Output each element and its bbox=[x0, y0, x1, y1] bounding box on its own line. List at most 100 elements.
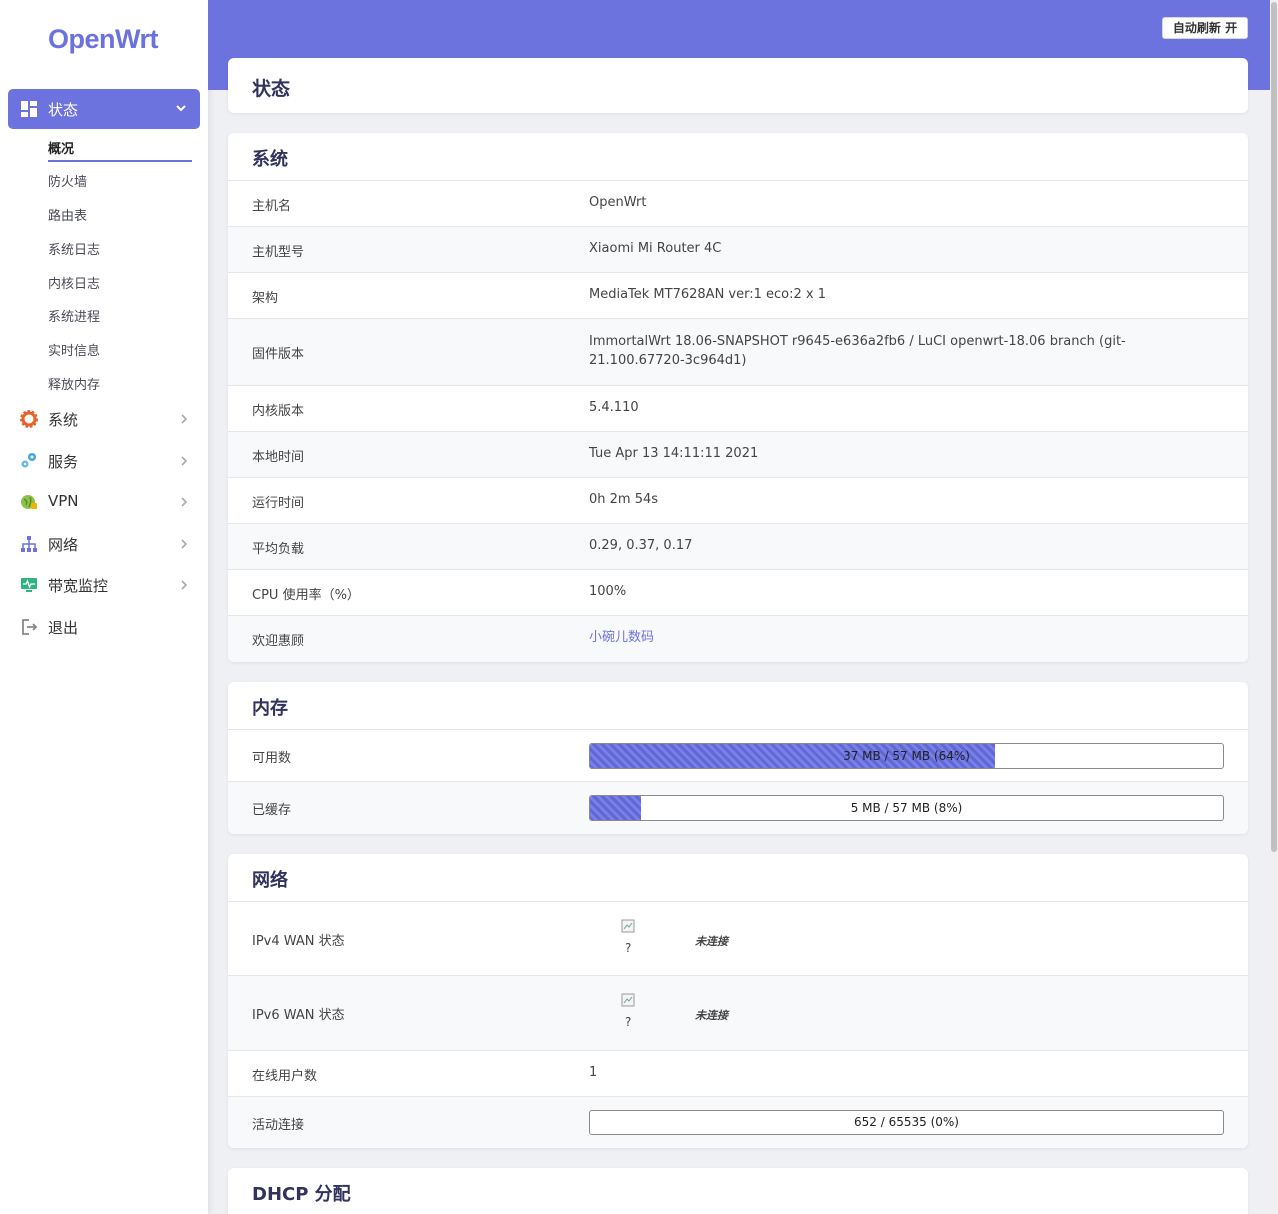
row-value: Tue Apr 13 14:11:11 2021 bbox=[589, 446, 759, 461]
vpn-globe-icon bbox=[21, 495, 37, 509]
row-value: 0h 2m 54s bbox=[589, 492, 659, 507]
table-row: IPv4 WAN 状态 ? 未连接 bbox=[228, 901, 1248, 976]
row-value: 100% bbox=[589, 584, 627, 599]
subnav-overview[interactable]: 概况 bbox=[48, 138, 74, 157]
subnav-routes[interactable]: 路由表 bbox=[48, 205, 87, 224]
row-key: IPv4 WAN 状态 bbox=[252, 934, 345, 949]
system-title: 系统 bbox=[252, 149, 288, 170]
monitor-icon bbox=[21, 578, 37, 592]
progress-text: 37 MB / 57 MB (64%) bbox=[843, 749, 970, 763]
row-value: 0.29, 0.37, 0.17 bbox=[589, 538, 693, 553]
network-card: 网络 IPv4 WAN 状态 ? 未连接 IPv6 WAN 状态 ? 未连接 在… bbox=[228, 854, 1248, 1148]
row-key: 内核版本 bbox=[252, 404, 305, 419]
table-row: 主机名 OpenWrt bbox=[228, 180, 1248, 227]
row-key: 可用数 bbox=[252, 751, 292, 766]
row-key: 主机型号 bbox=[252, 245, 305, 260]
nav-bandwidth-label: 带宽监控 bbox=[48, 577, 109, 595]
row-value: MediaTek MT7628AN ver:1 eco:2 x 1 bbox=[589, 287, 826, 302]
row-value: Xiaomi Mi Router 4C bbox=[589, 241, 722, 256]
scrollbar[interactable] bbox=[1270, 0, 1278, 1214]
row-value: 1 bbox=[589, 1065, 598, 1080]
welcome-link[interactable]: 小碗儿数码 bbox=[589, 628, 654, 647]
connections-bar: 652 / 65535 (0%) bbox=[589, 1110, 1224, 1135]
broken-image-icon bbox=[621, 993, 635, 1007]
row-value: OpenWrt bbox=[589, 195, 647, 210]
nav-status[interactable]: 状态 bbox=[8, 89, 200, 129]
memory-title: 内存 bbox=[252, 698, 288, 719]
nav-network[interactable]: 网络 bbox=[0, 526, 208, 562]
nav-vpn[interactable]: VPN bbox=[0, 484, 208, 520]
nav-system-label: 系统 bbox=[48, 411, 79, 429]
page-title: 状态 bbox=[252, 78, 291, 100]
table-row: 本地时间 Tue Apr 13 14:11:11 2021 bbox=[228, 431, 1248, 478]
memory-card: 内存 可用数 37 MB / 57 MB (64%) 已缓存 5 MB / 57… bbox=[228, 682, 1248, 834]
subnav-kernel-log[interactable]: 内核日志 bbox=[48, 273, 100, 292]
table-row: 架构 MediaTek MT7628AN ver:1 eco:2 x 1 bbox=[228, 272, 1248, 319]
scrollbar-thumb[interactable] bbox=[1271, 2, 1277, 852]
ipv4-status: 未连接 bbox=[695, 935, 728, 948]
gear-icon bbox=[20, 410, 38, 428]
row-key: 架构 bbox=[252, 291, 279, 306]
system-card: 系统 主机名 OpenWrt 主机型号 Xiaomi Mi Router 4C … bbox=[228, 133, 1248, 662]
nav-vpn-label: VPN bbox=[48, 492, 79, 510]
broken-image-icon bbox=[621, 919, 635, 933]
chevron-right-icon bbox=[181, 580, 188, 590]
row-value: 5.4.110 bbox=[589, 400, 639, 415]
dashboard-icon bbox=[21, 101, 37, 117]
progress-text: 5 MB / 57 MB (8%) bbox=[850, 801, 963, 815]
subnav-active-underline bbox=[48, 160, 192, 162]
subnav-realtime[interactable]: 实时信息 bbox=[48, 340, 100, 359]
auto-refresh-button[interactable]: 自动刷新 开 bbox=[1162, 17, 1248, 39]
nav-system[interactable]: 系统 bbox=[0, 401, 208, 437]
row-key: 运行时间 bbox=[252, 496, 305, 511]
table-row: 平均负载 0.29, 0.37, 0.17 bbox=[228, 523, 1248, 570]
nav-bandwidth[interactable]: 带宽监控 bbox=[0, 567, 208, 603]
table-row: CPU 使用率（%） 100% bbox=[228, 569, 1248, 616]
network-icon bbox=[21, 536, 37, 552]
row-key: 已缓存 bbox=[252, 803, 292, 818]
subnav-firewall[interactable]: 防火墙 bbox=[48, 171, 87, 190]
subnav-release-ram[interactable]: 释放内存 bbox=[48, 374, 100, 393]
nav-services[interactable]: 服务 bbox=[0, 443, 208, 479]
row-key: 固件版本 bbox=[252, 347, 305, 362]
chevron-right-icon bbox=[181, 497, 188, 507]
openwrt-logo[interactable]: OpenWrt bbox=[48, 24, 159, 55]
subnav-syslog[interactable]: 系统日志 bbox=[48, 239, 100, 258]
table-row: IPv6 WAN 状态 ? 未连接 bbox=[228, 975, 1248, 1051]
dhcp-card: DHCP 分配 bbox=[228, 1168, 1248, 1214]
nav-network-label: 网络 bbox=[48, 536, 79, 554]
progress-text: 652 / 65535 (0%) bbox=[854, 1115, 959, 1129]
row-key: 在线用户数 bbox=[252, 1069, 318, 1084]
ipv6-unknown: ? bbox=[625, 1015, 632, 1029]
network-title: 网络 bbox=[252, 870, 288, 891]
ipv4-unknown: ? bbox=[625, 941, 632, 955]
nav-services-label: 服务 bbox=[48, 453, 79, 471]
table-row: 运行时间 0h 2m 54s bbox=[228, 477, 1248, 524]
table-row: 固件版本 ImmortalWrt 18.06-SNAPSHOT r9645-e6… bbox=[228, 318, 1248, 385]
chevron-right-icon bbox=[181, 414, 188, 424]
chevron-down-icon bbox=[176, 105, 186, 112]
row-key: 平均负载 bbox=[252, 542, 305, 557]
row-key: 欢迎惠顾 bbox=[252, 634, 305, 649]
row-key: 主机名 bbox=[252, 199, 292, 214]
dhcp-title: DHCP 分配 bbox=[252, 1184, 351, 1205]
row-key: 本地时间 bbox=[252, 450, 305, 465]
nav-status-label: 状态 bbox=[48, 101, 79, 119]
row-key: CPU 使用率（%） bbox=[252, 588, 360, 603]
memory-cached-bar: 5 MB / 57 MB (8%) bbox=[589, 795, 1224, 821]
nav-logout[interactable]: 退出 bbox=[0, 609, 208, 645]
table-row: 已缓存 5 MB / 57 MB (8%) bbox=[228, 781, 1248, 834]
subnav-processes[interactable]: 系统进程 bbox=[48, 306, 100, 325]
chevron-right-icon bbox=[181, 456, 188, 466]
ipv6-status: 未连接 bbox=[695, 1009, 728, 1022]
table-row: 在线用户数 1 bbox=[228, 1050, 1248, 1097]
row-key: 活动连接 bbox=[252, 1118, 305, 1133]
table-row: 欢迎惠顾 小碗儿数码 bbox=[228, 615, 1248, 662]
row-key: IPv6 WAN 状态 bbox=[252, 1008, 345, 1023]
table-row: 可用数 37 MB / 57 MB (64%) bbox=[228, 729, 1248, 781]
nav-logout-label: 退出 bbox=[48, 619, 79, 637]
table-row: 内核版本 5.4.110 bbox=[228, 385, 1248, 432]
logout-icon bbox=[22, 619, 38, 635]
memory-available-bar: 37 MB / 57 MB (64%) bbox=[589, 743, 1224, 769]
row-value: ImmortalWrt 18.06-SNAPSHOT r9645-e636a2f… bbox=[589, 334, 1126, 368]
